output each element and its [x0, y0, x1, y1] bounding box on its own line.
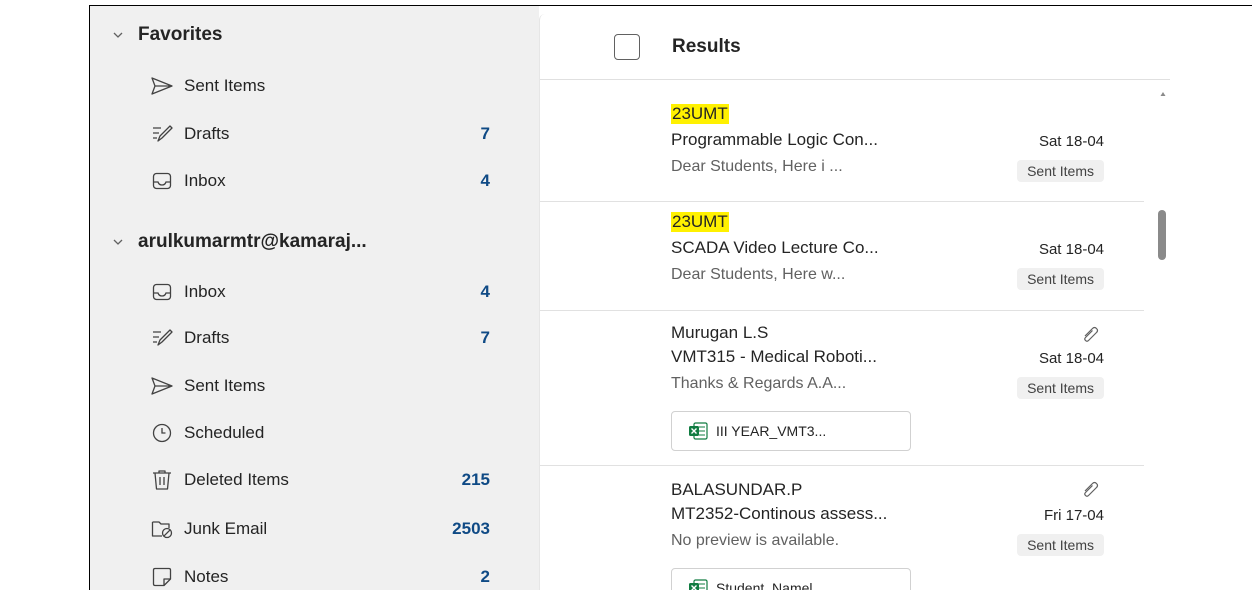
junk-folder-icon [150, 517, 174, 541]
account-header-label: arulkumarmtr@kamaraj... [138, 231, 367, 252]
account-item-label: Notes [184, 567, 229, 586]
favorites-header-label: Favorites [138, 24, 223, 45]
message-sender: Murugan L.S [671, 323, 769, 342]
message-date: Fri 17-04 [1043, 507, 1104, 524]
favorites-item-drafts[interactable]: Drafts 7 [150, 114, 490, 154]
message-item[interactable]: BALASUNDAR.P MT2352-Continous assess... … [540, 466, 1144, 590]
account-item-deleted-items[interactable]: Deleted Items 215 [150, 460, 490, 500]
favorites-item-label: Inbox [184, 171, 226, 190]
excel-file-icon [689, 422, 708, 440]
folder-tag: Sent Items [1017, 534, 1104, 556]
select-all-checkbox[interactable] [614, 34, 640, 60]
unread-count: 7 [480, 328, 490, 347]
folder-tag: Sent Items [1017, 268, 1104, 290]
inbox-icon [150, 169, 174, 193]
folder-tag: Sent Items [1017, 160, 1104, 182]
message-sender: 23UMT [671, 104, 729, 124]
message-list-header: Results [540, 14, 1170, 80]
attachment-name: Student_Namel... [716, 580, 825, 590]
account-item-notes[interactable]: Notes 2 [150, 557, 490, 590]
unread-count: 2503 [452, 519, 490, 538]
message-item[interactable]: Murugan L.S VMT315 - Medical Roboti... S… [540, 311, 1144, 466]
unread-count: 2 [480, 567, 490, 586]
message-date: Sat 18-04 [1038, 133, 1104, 150]
favorites-item-sent-items[interactable]: Sent Items [150, 66, 490, 106]
message-date: Sat 18-04 [1038, 350, 1104, 367]
message-preview: Dear Students, Here w... [671, 266, 846, 283]
folder-pane: Favorites Sent Items Drafts 7 Inbox 4 ar… [90, 6, 513, 590]
scrollbar-thumb[interactable] [1158, 210, 1166, 260]
favorites-item-label: Sent Items [184, 76, 266, 95]
account-item-label: Deleted Items [184, 470, 289, 489]
account-item-label: Inbox [184, 282, 226, 301]
trash-icon [150, 468, 174, 492]
pane-gap [513, 6, 539, 590]
account-item-label: Drafts [184, 328, 230, 347]
favorites-item-inbox[interactable]: Inbox 4 [150, 161, 490, 201]
message-subject: MT2352-Continous assess... [671, 504, 888, 523]
send-icon [150, 74, 174, 98]
message-subject: VMT315 - Medical Roboti... [671, 347, 877, 366]
account-item-scheduled[interactable]: Scheduled [150, 413, 490, 453]
account-item-drafts[interactable]: Drafts 7 [150, 318, 490, 358]
message-item[interactable]: 23UMT SCADA Video Lecture Co... Sat 18-0… [540, 202, 1144, 311]
drafts-icon [150, 122, 174, 146]
message-preview: No preview is available. [671, 532, 840, 549]
inbox-icon [150, 280, 174, 304]
favorites-item-label: Drafts [184, 124, 230, 143]
clock-icon [150, 421, 174, 445]
message-date: Sat 18-04 [1038, 241, 1104, 258]
account-item-junk-email[interactable]: Junk Email 2503 [150, 509, 490, 549]
message-subject: SCADA Video Lecture Co... [671, 238, 879, 257]
message-item[interactable]: 23UMT Programmable Logic Con... Sat 18-0… [540, 94, 1144, 202]
folder-tag: Sent Items [1017, 377, 1104, 399]
chevron-down-icon [113, 32, 123, 38]
account-header[interactable]: arulkumarmtr@kamaraj... [112, 231, 367, 253]
message-sender: BALASUNDAR.P [671, 480, 803, 499]
attachment-chip[interactable]: Student_Namel... [671, 568, 911, 590]
unread-count: 4 [480, 282, 490, 301]
attachment-chip[interactable]: III YEAR_VMT3... [671, 411, 911, 451]
account-item-label: Scheduled [184, 423, 265, 442]
message-sender: 23UMT [671, 212, 729, 232]
send-icon [150, 374, 174, 398]
account-item-label: Junk Email [184, 519, 268, 538]
paperclip-icon [1084, 326, 1099, 342]
favorites-header[interactable]: Favorites [112, 24, 222, 46]
message-preview: Thanks & Regards A.A... [671, 375, 847, 392]
unread-count: 7 [480, 124, 490, 143]
message-preview: Dear Students, Here i ... [671, 158, 843, 175]
account-item-label: Sent Items [184, 376, 266, 395]
excel-file-icon [689, 579, 708, 590]
account-item-sent-items[interactable]: Sent Items [150, 366, 490, 406]
drafts-icon [150, 326, 174, 350]
unread-count: 215 [461, 470, 490, 489]
unread-count: 4 [480, 171, 490, 190]
attachment-name: III YEAR_VMT3... [716, 423, 827, 439]
chevron-down-icon [113, 239, 123, 245]
account-item-inbox[interactable]: Inbox 4 [150, 272, 490, 312]
scroll-up-arrow-icon[interactable] [1158, 90, 1168, 98]
paperclip-icon [1084, 481, 1099, 497]
results-title: Results [672, 36, 741, 57]
notes-icon [150, 565, 174, 589]
message-subject: Programmable Logic Con... [671, 130, 878, 149]
